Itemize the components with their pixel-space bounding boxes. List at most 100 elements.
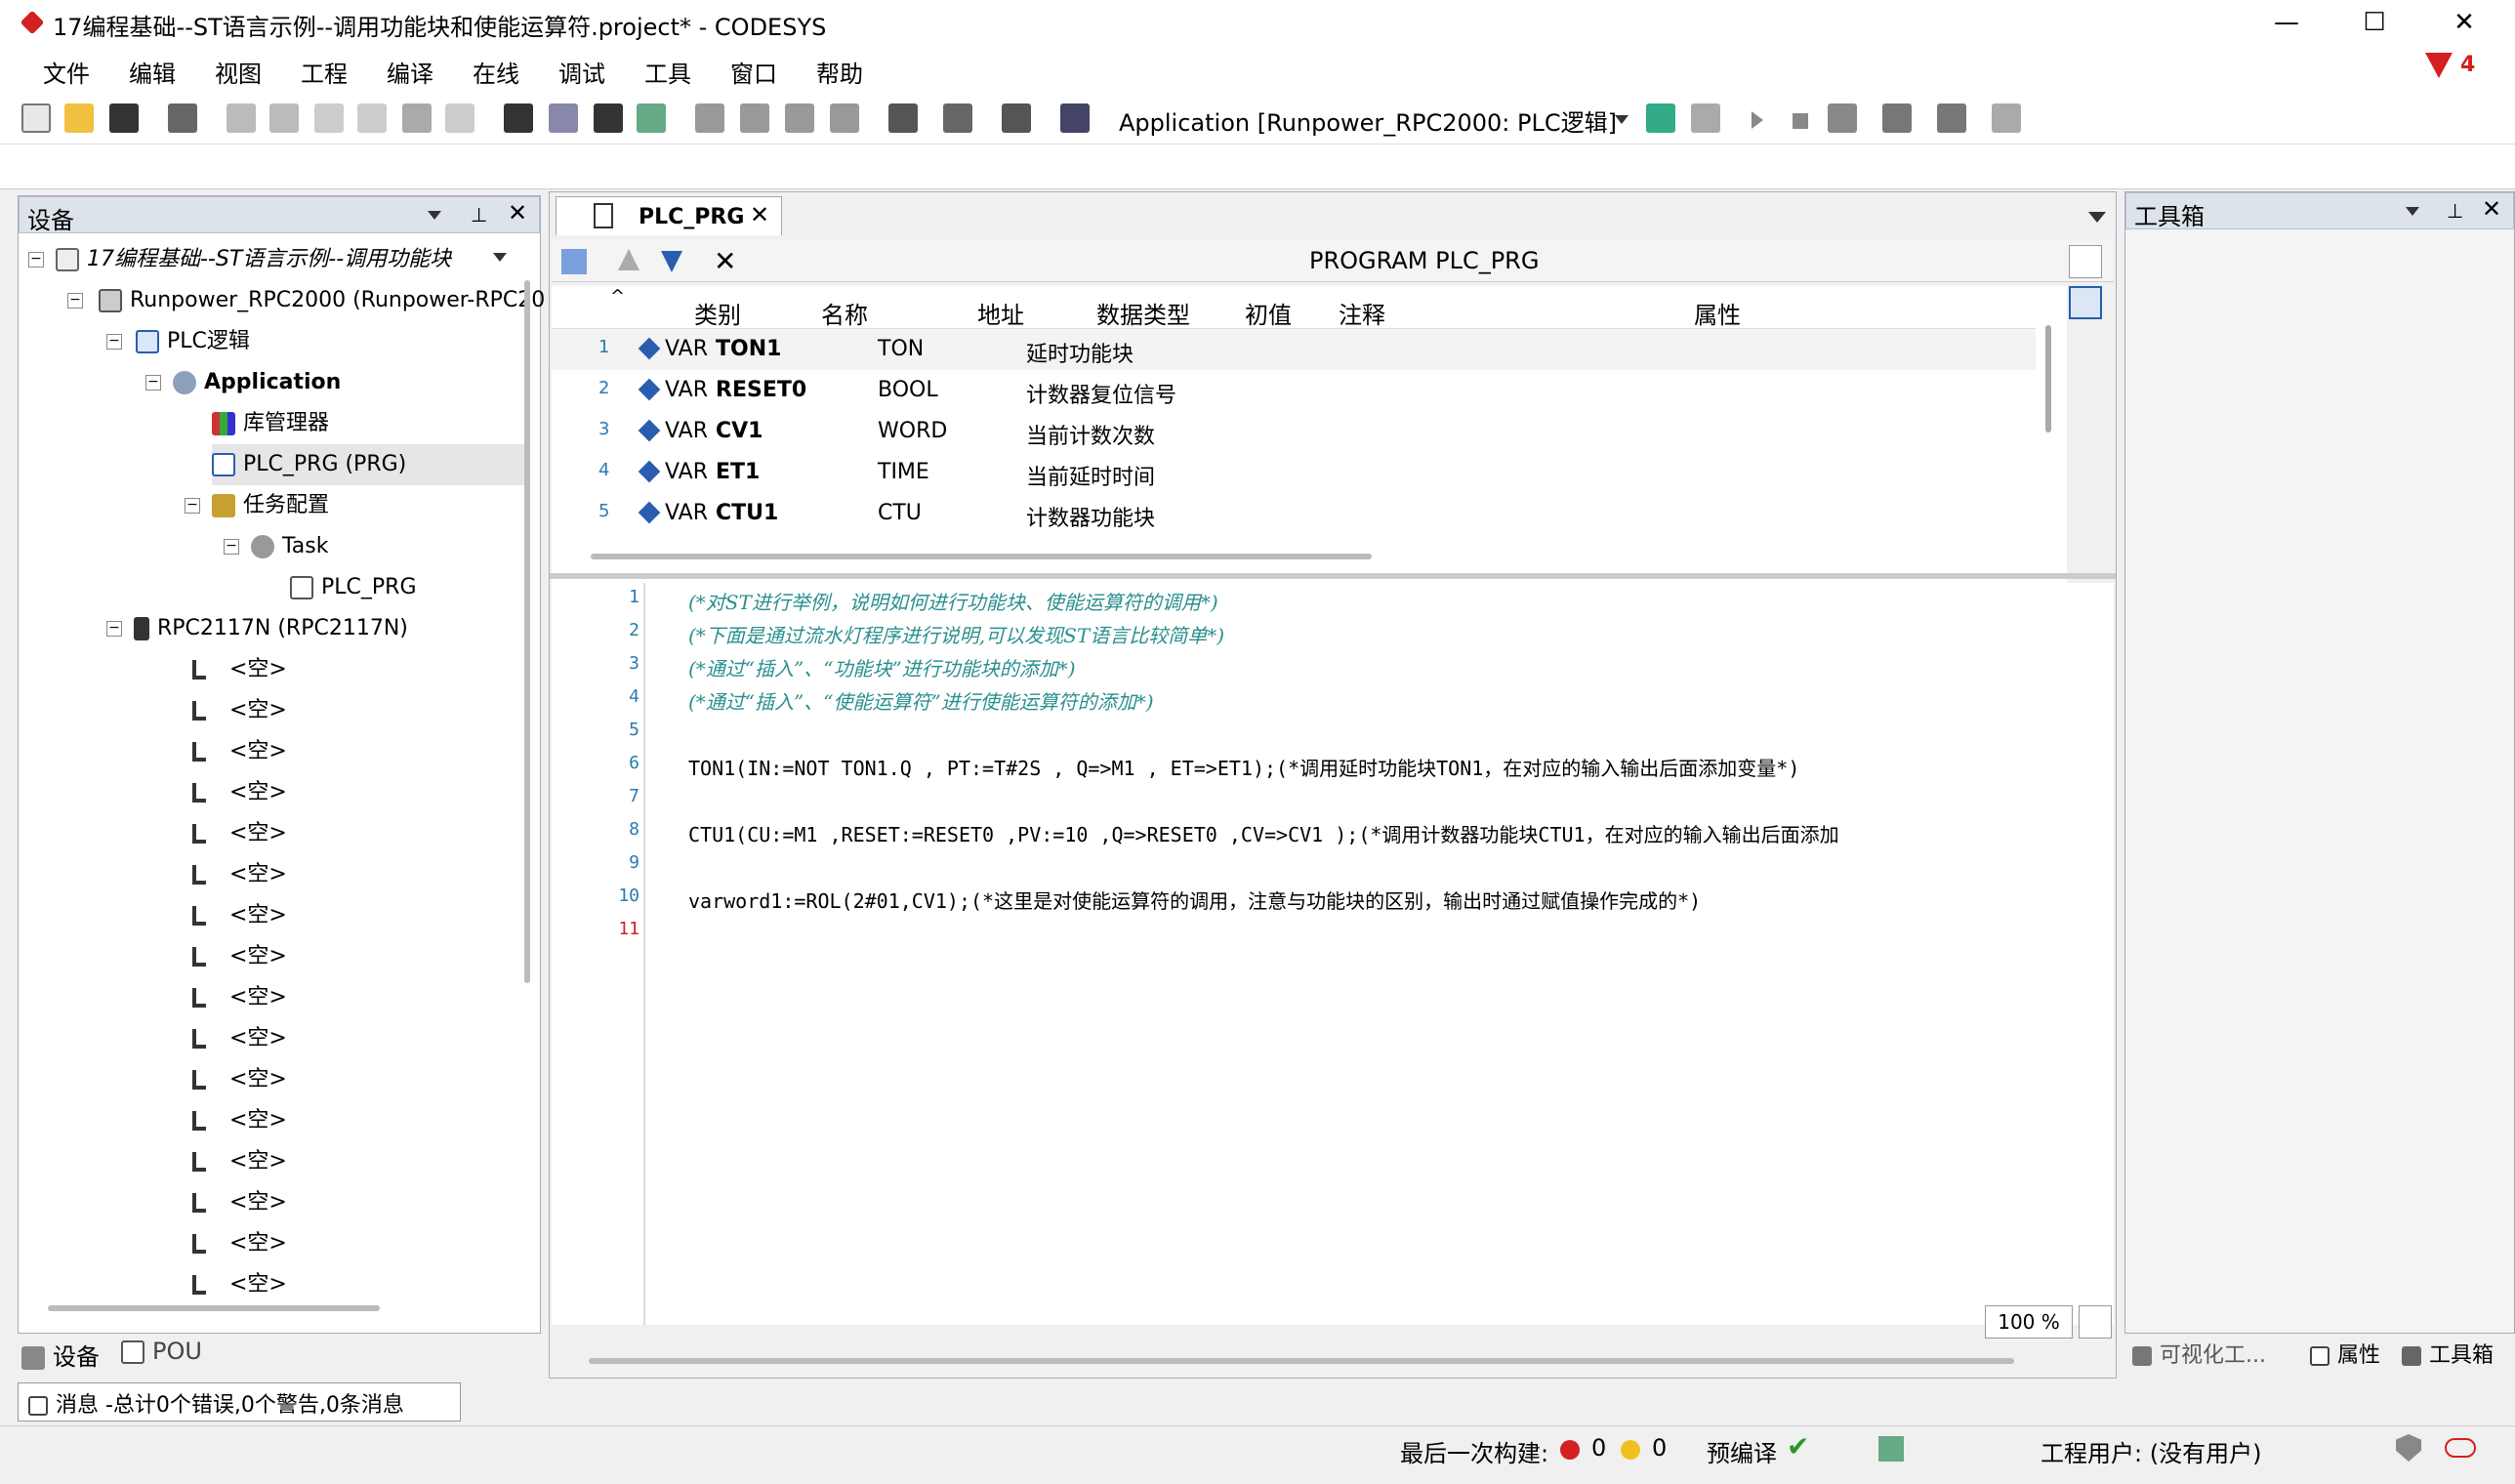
close-icon[interactable]: ✕: [2482, 195, 2501, 223]
tree-item-project[interactable]: 17编程基础--ST语言示例--调用功能块: [56, 239, 451, 280]
chevron-down-icon[interactable]: [2406, 207, 2419, 216]
paste-icon[interactable]: [402, 103, 432, 133]
active-application-selector[interactable]: Application [Runpower_RPC2000: PLC逻辑]: [1119, 103, 1617, 138]
tree-item-rpc2117n[interactable]: RPC2117N (RPC2117N): [134, 608, 408, 649]
close-button[interactable]: ✕: [2425, 4, 2503, 41]
tab-toolbox[interactable]: 工具箱: [2402, 1338, 2494, 1369]
zoom-icon[interactable]: [2079, 1305, 2112, 1339]
copy-icon[interactable]: [357, 103, 387, 133]
declaration-horizontal-scrollbar[interactable]: [591, 554, 1372, 559]
declaration-row[interactable]: 4 VAR ET1 TIME 当前延时时间: [552, 452, 2036, 493]
tree-item-empty-slot[interactable]: <空>: [192, 731, 287, 772]
zoom-level[interactable]: 100 %: [1985, 1305, 2073, 1339]
start-icon[interactable]: [1752, 111, 1763, 129]
tree-item-empty-slot[interactable]: <空>: [192, 1141, 287, 1182]
clear-bookmarks-icon[interactable]: [830, 103, 859, 133]
sort-icon[interactable]: ^: [610, 286, 625, 307]
add-object-icon[interactable]: [943, 103, 972, 133]
chevron-down-icon[interactable]: [1615, 115, 1629, 124]
warning-icon[interactable]: [1621, 1440, 1640, 1460]
maximize-button[interactable]: ☐: [2335, 4, 2413, 41]
delete-icon[interactable]: ✕: [714, 245, 736, 277]
find-all-icon[interactable]: [594, 103, 623, 133]
move-down-icon[interactable]: [661, 251, 682, 272]
menu-tools[interactable]: 工具: [644, 55, 691, 89]
tree-item-empty-slot[interactable]: <空>: [192, 1059, 287, 1100]
minimize-button[interactable]: —: [2247, 4, 2326, 41]
menu-online[interactable]: 在线: [473, 55, 519, 89]
column-address[interactable]: 地址: [977, 296, 1024, 330]
tree-vertical-scrollbar[interactable]: [524, 280, 530, 983]
chevron-down-icon[interactable]: [428, 211, 441, 220]
pin-icon[interactable]: ⊥: [471, 203, 487, 227]
reset-icon[interactable]: [1828, 103, 1857, 133]
cloud-icon[interactable]: [2445, 1438, 2476, 1458]
declaration-row[interactable]: 1 VAR TON1 TON 延时功能块: [552, 329, 2036, 370]
column-comment[interactable]: 注释: [1339, 296, 1385, 330]
network-icon[interactable]: [1878, 1436, 1904, 1462]
error-icon[interactable]: [1560, 1440, 1580, 1460]
find-icon[interactable]: [504, 103, 533, 133]
security-shield-icon[interactable]: [2396, 1434, 2421, 1462]
clipboard-icon[interactable]: [888, 103, 918, 133]
close-icon[interactable]: ✕: [508, 199, 527, 227]
step-icon[interactable]: [1937, 103, 1966, 133]
tree-item-plc-device[interactable]: Runpower_RPC2000 (Runpower-RPC20: [99, 280, 545, 321]
tab-properties[interactable]: 属性: [2310, 1338, 2380, 1369]
tabular-view-icon[interactable]: [2069, 286, 2102, 319]
prev-bookmark-icon[interactable]: [740, 103, 769, 133]
collapse-icon[interactable]: −: [106, 621, 122, 637]
tree-item-application[interactable]: Application: [173, 362, 341, 403]
tree-item-empty-slot[interactable]: <空>: [192, 772, 287, 813]
close-icon[interactable]: ✕: [750, 201, 769, 228]
stop-icon[interactable]: [1793, 113, 1808, 129]
menu-file[interactable]: 文件: [43, 55, 90, 89]
pin-icon[interactable]: ⊥: [2447, 199, 2463, 223]
logout-icon[interactable]: [1691, 103, 1720, 133]
login-icon[interactable]: [1646, 103, 1675, 133]
save-icon[interactable]: [109, 103, 139, 133]
next-bookmark-icon[interactable]: [785, 103, 814, 133]
editor-splitter[interactable]: [550, 573, 2116, 579]
tree-item-library-manager[interactable]: 库管理器: [212, 403, 329, 444]
declaration-row[interactable]: 2 VAR RESET0 BOOL 计数器复位信号: [552, 370, 2036, 411]
collapse-icon[interactable]: −: [106, 334, 122, 350]
delete-icon[interactable]: [445, 103, 474, 133]
tree-item-empty-slot[interactable]: <空>: [192, 936, 287, 977]
menu-project[interactable]: 工程: [301, 55, 348, 89]
collapse-icon[interactable]: −: [224, 539, 239, 555]
declaration-row[interactable]: 3 VAR CV1 WORD 当前计数次数: [552, 411, 2036, 452]
messages-tab[interactable]: 消息 -总计0个错误,0个警告,0条消息: [18, 1382, 461, 1422]
tree-item-empty-slot[interactable]: <空>: [192, 1100, 287, 1141]
collapse-icon[interactable]: −: [145, 375, 161, 391]
chevron-down-icon[interactable]: [493, 253, 507, 262]
tree-horizontal-scrollbar[interactable]: [48, 1305, 380, 1311]
tree-item-plc-prg[interactable]: PLC_PRG (PRG): [212, 444, 524, 485]
tree-item-empty-slot[interactable]: <空>: [192, 813, 287, 854]
tree-item-empty-slot[interactable]: <空>: [192, 1264, 287, 1305]
tree-item-task-config[interactable]: 任务配置: [212, 485, 329, 526]
tree-item-empty-slot[interactable]: <空>: [192, 649, 287, 690]
bookmark-find-icon[interactable]: [637, 103, 666, 133]
redo-icon[interactable]: [269, 103, 299, 133]
bookmark-icon[interactable]: [695, 103, 724, 133]
column-attributes[interactable]: 属性: [1694, 296, 1741, 330]
textual-view-icon[interactable]: [2069, 245, 2102, 278]
breakpoint-icon[interactable]: [1882, 103, 1912, 133]
collapse-icon[interactable]: −: [185, 498, 200, 514]
tree-item-empty-slot[interactable]: <空>: [192, 1223, 287, 1264]
menu-view[interactable]: 视图: [215, 55, 262, 89]
filter-alert-icon[interactable]: [2425, 53, 2453, 78]
undo-icon[interactable]: [227, 103, 256, 133]
declaration-row[interactable]: 5 VAR CTU1 CTU 计数器功能块: [552, 493, 2036, 534]
open-object-icon[interactable]: [1002, 103, 1031, 133]
open-folder-icon[interactable]: [64, 103, 94, 133]
print-icon[interactable]: [168, 103, 197, 133]
tree-item-empty-slot[interactable]: <空>: [192, 854, 287, 895]
column-datatype[interactable]: 数据类型: [1096, 296, 1190, 330]
tree-item-task-plc-prg[interactable]: PLC_PRG: [290, 567, 417, 608]
tab-visualization[interactable]: 可视化工...: [2132, 1338, 2266, 1369]
menu-debug[interactable]: 调试: [558, 55, 605, 89]
tree-item-plc-logic[interactable]: PLC逻辑: [136, 321, 250, 362]
code-editor[interactable]: 1 (*对ST进行举例，说明如何进行功能块、使能运算符的调用*) 2 (*下面是通过流…: [552, 583, 2114, 1325]
